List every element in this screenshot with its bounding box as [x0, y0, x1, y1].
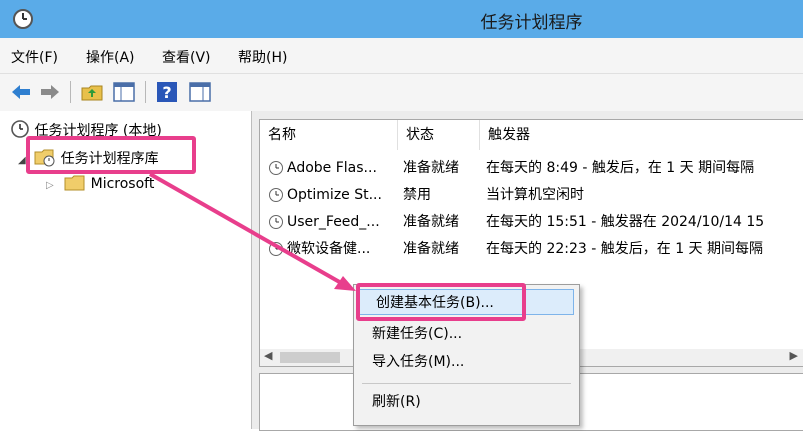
menu-separator — [362, 383, 571, 384]
task-status: 禁用 — [403, 187, 431, 203]
task-clock-icon — [269, 242, 283, 256]
task-clock-icon — [269, 188, 283, 202]
task-name: Optimize St... — [287, 187, 382, 203]
toolbar: ? — [0, 73, 803, 112]
show-pane-icon[interactable] — [112, 80, 136, 104]
forward-arrow-icon[interactable] — [38, 80, 62, 104]
scroll-left-icon[interactable]: ◀ — [264, 349, 272, 362]
menu-item-refresh[interactable]: 刷新(R) — [354, 389, 579, 415]
task-trigger: 当计算机空闲时 — [486, 187, 584, 203]
column-header-status[interactable]: 状态 — [398, 120, 480, 150]
task-name: User_Feed_... — [287, 214, 380, 230]
help-icon[interactable]: ? — [155, 80, 179, 104]
annotation-box-library — [26, 136, 196, 174]
column-header-trigger[interactable]: 触发器 — [480, 120, 803, 150]
column-header-name[interactable]: 名称 — [260, 120, 398, 150]
task-name: Adobe Flas... — [287, 160, 377, 176]
menu-view[interactable]: 查看(V) — [162, 47, 211, 67]
menu-bar: 文件(F) 操作(A) 查看(V) 帮助(H) — [0, 38, 803, 73]
action-pane-icon[interactable] — [188, 80, 212, 104]
task-clock-icon — [269, 215, 283, 229]
window-title: 任务计划程序 — [480, 13, 583, 33]
tree-item-microsoft[interactable]: ▷ Microsoft — [46, 174, 154, 192]
collapse-triangle-icon[interactable]: ◢ — [18, 155, 26, 166]
scroll-thumb[interactable] — [280, 352, 340, 363]
menu-help[interactable]: 帮助(H) — [238, 47, 287, 67]
svg-text:?: ? — [162, 83, 171, 102]
task-trigger: 在每天的 22:23 - 触发后，在 1 天 期间每隔 — [486, 241, 764, 257]
toolbar-separator — [145, 81, 146, 103]
back-arrow-icon[interactable] — [9, 80, 33, 104]
title-bar: 任务计划程序 — [0, 0, 803, 38]
menu-item-import-task[interactable]: 导入任务(M)... — [354, 349, 579, 375]
annotation-box-create-task — [356, 283, 526, 321]
menu-action[interactable]: 操作(A) — [86, 47, 135, 67]
table-row[interactable]: 微软设备健... 准备就绪 在每天的 22:23 - 触发后，在 1 天 期间每… — [260, 236, 803, 263]
scroll-right-icon[interactable]: ▶ — [790, 349, 798, 362]
table-row[interactable]: Adobe Flas... 准备就绪 在每天的 8:49 - 触发后，在 1 天… — [260, 155, 803, 182]
folder-icon — [64, 175, 85, 191]
menu-item-new-task[interactable]: 新建任务(C)... — [354, 321, 579, 347]
tree-microsoft-label: Microsoft — [90, 176, 155, 192]
task-status: 准备就绪 — [403, 214, 459, 230]
folder-up-icon[interactable] — [80, 80, 104, 104]
table-row[interactable]: User_Feed_... 准备就绪 在每天的 15:51 - 触发器在 202… — [260, 209, 803, 236]
task-trigger: 在每天的 8:49 - 触发后，在 1 天 期间每隔 — [486, 160, 755, 176]
toolbar-separator — [70, 81, 71, 103]
task-name: 微软设备健... — [287, 241, 371, 257]
menu-file[interactable]: 文件(F) — [11, 47, 58, 67]
table-row[interactable]: Optimize St... 禁用 当计算机空闲时 — [260, 182, 803, 209]
task-status: 准备就绪 — [403, 241, 459, 257]
task-clock-icon — [269, 161, 283, 175]
expand-triangle-icon[interactable]: ▷ — [46, 180, 54, 191]
task-trigger: 在每天的 15:51 - 触发器在 2024/10/14 15 — [486, 214, 765, 230]
task-status: 准备就绪 — [403, 160, 459, 176]
